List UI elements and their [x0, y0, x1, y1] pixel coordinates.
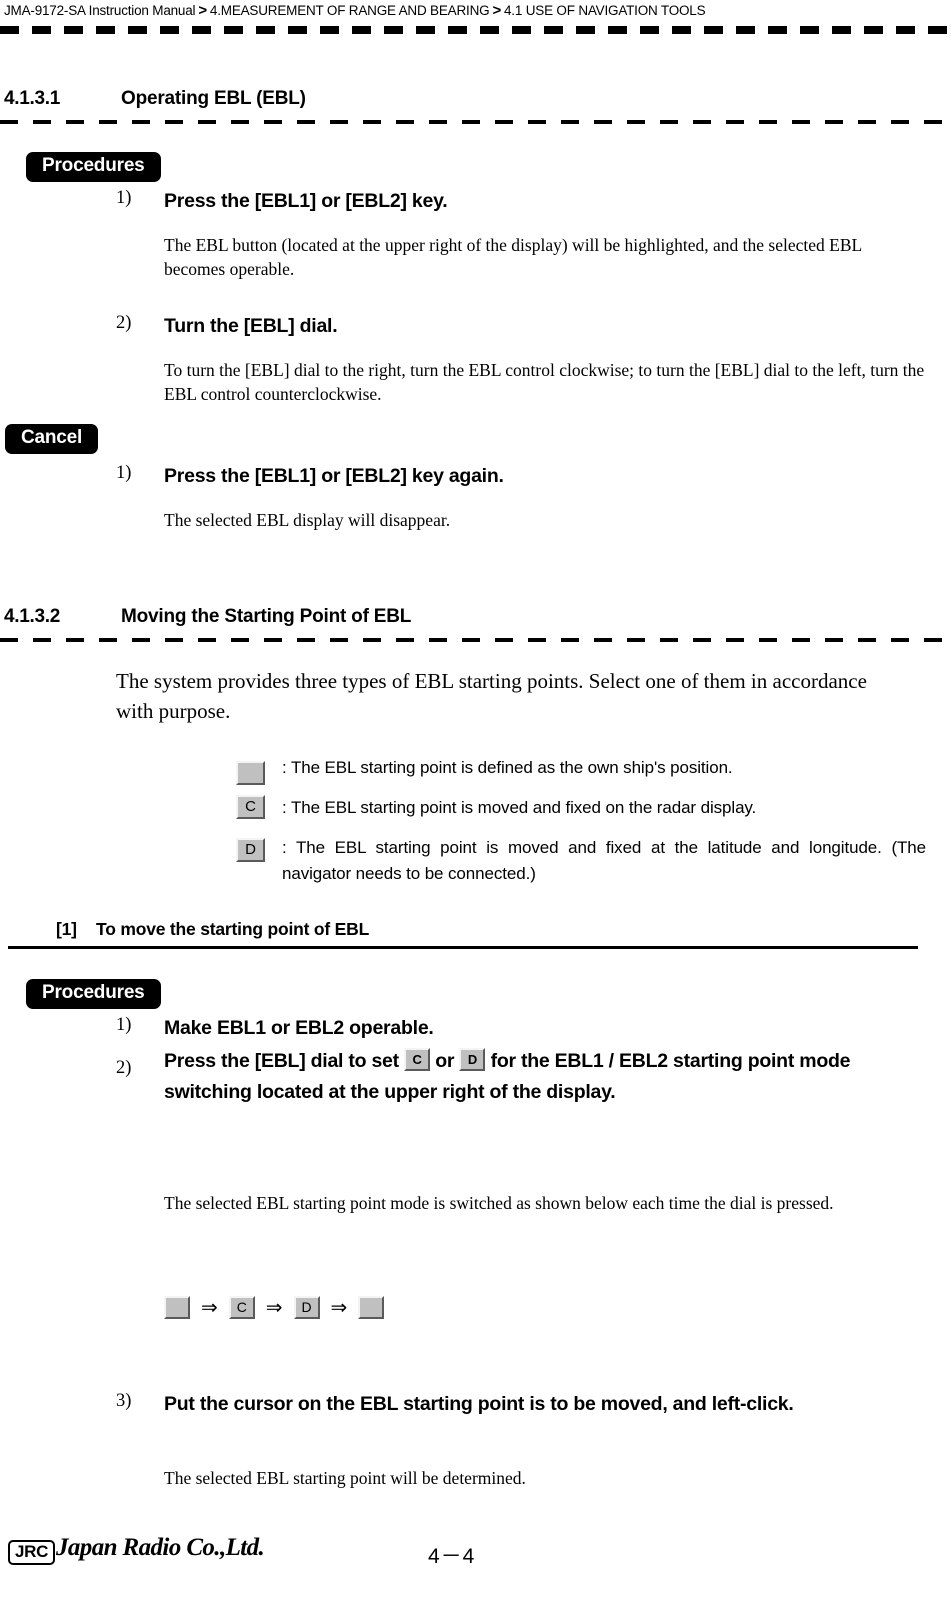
arrow-right-icon-1: ⇒ — [201, 1297, 218, 1319]
section-title: Operating EBL (EBL) — [121, 88, 306, 109]
section-intro-text: The system provides three types of EBL s… — [116, 669, 867, 723]
ebl-dropped-button-icon-seq: D — [293, 1296, 320, 1319]
step-number: 2) — [116, 1058, 132, 1078]
section-number: 4.1.3.1 — [4, 88, 61, 109]
ebl-carried-button-icon-seq: C — [228, 1296, 255, 1319]
step-body: The EBL button (located at the upper rig… — [164, 235, 862, 279]
badge-procedures-2: Procedures — [26, 979, 161, 1009]
breadcrumb-chapter: 4.MEASUREMENT OF RANGE AND BEARING — [209, 3, 490, 18]
section-heading-4-1-3-2: 4.1.3.2 Moving the Starting Point of EBL — [4, 606, 948, 640]
step-body: To turn the [EBL] dial to the right, tur… — [164, 360, 925, 404]
step-title-part-1: Press the [EBL] dial to set — [164, 1050, 405, 1072]
page-number: 4－4 — [428, 1545, 476, 1568]
step-number: 1) — [116, 188, 132, 208]
subheading-rule — [8, 946, 918, 949]
step-title-with-buttons: Press the [EBL] dial to set C or D for t… — [164, 1046, 912, 1108]
step-body: The selected EBL starting point mode is … — [164, 1193, 834, 1213]
ebl-origin-button-icon-seq-2 — [358, 1296, 385, 1319]
page-header: JMA-9172-SA Instruction Manual >4.MEASURE… — [0, 0, 952, 40]
ebl-dropped-button-icon: D — [236, 838, 265, 862]
legend-text-lat-long: : The EBL starting point is moved and fi… — [282, 838, 926, 883]
breadcrumb-separator-1: > — [198, 2, 207, 19]
breadcrumb-section: 4.1 USE OF NAVIGATION TOOLS — [504, 3, 706, 18]
section-heading-4-1-3-1: 4.1.3.1 Operating EBL (EBL) — [4, 88, 948, 122]
step-title: Turn the [EBL] dial. — [164, 315, 338, 337]
step-title-mid: or — [430, 1050, 460, 1072]
company-name: Japan Radio Co.,Ltd. — [56, 1534, 265, 1561]
ebl-origin-button-icon-seq — [164, 1296, 190, 1319]
arrow-right-icon-3: ⇒ — [330, 1297, 348, 1319]
ebl-dropped-button-icon-inline: D — [459, 1048, 486, 1072]
step-number: 1) — [116, 1015, 132, 1035]
step-body: The selected EBL display will disappear. — [164, 510, 451, 530]
step-title: Press the [EBL1] or [EBL2] key. — [164, 190, 448, 212]
section-title: Moving the Starting Point of EBL — [121, 606, 412, 627]
ebl-carried-button-icon-inline: C — [404, 1048, 431, 1072]
breadcrumb-manual: JMA-9172-SA Instruction Manual — [4, 3, 196, 18]
step-body: The selected EBL starting point will be … — [164, 1468, 526, 1488]
arrow-right-icon-2: ⇒ — [265, 1297, 283, 1319]
step-number: 1) — [116, 463, 132, 483]
legend-text-radar-display: : The EBL starting point is moved and fi… — [282, 798, 757, 817]
header-dashed-rule — [0, 26, 952, 34]
ebl-origin-button-icon — [236, 761, 265, 785]
step-title: Make EBL1 or EBL2 operable. — [164, 1017, 434, 1039]
subheading-text: To move the starting point of EBL — [96, 919, 370, 939]
ebl-carried-button-icon: C — [236, 795, 265, 819]
subheading-marker: [1] — [56, 919, 77, 939]
breadcrumb-separator-2: > — [492, 2, 501, 19]
badge-procedures-1: Procedures — [26, 152, 161, 182]
step-title: Put the cursor on the EBL starting point… — [164, 1393, 794, 1415]
section-number: 4.1.3.2 — [4, 606, 61, 627]
section-dashed-rule-2 — [0, 638, 944, 642]
step-title: Press the [EBL1] or [EBL2] key again. — [164, 465, 504, 487]
step-number: 3) — [116, 1391, 132, 1411]
legend-text-own-ship: : The EBL starting point is defined as t… — [282, 758, 733, 777]
jrc-logo: JRC — [8, 1540, 56, 1565]
mode-switch-sequence: ⇒ C ⇒ D ⇒ — [164, 1295, 385, 1320]
badge-cancel: Cancel — [5, 424, 99, 454]
section-dashed-rule-1 — [0, 120, 944, 124]
step-number: 2) — [116, 313, 132, 333]
breadcrumb: JMA-9172-SA Instruction Manual >4.MEASURE… — [4, 2, 706, 19]
